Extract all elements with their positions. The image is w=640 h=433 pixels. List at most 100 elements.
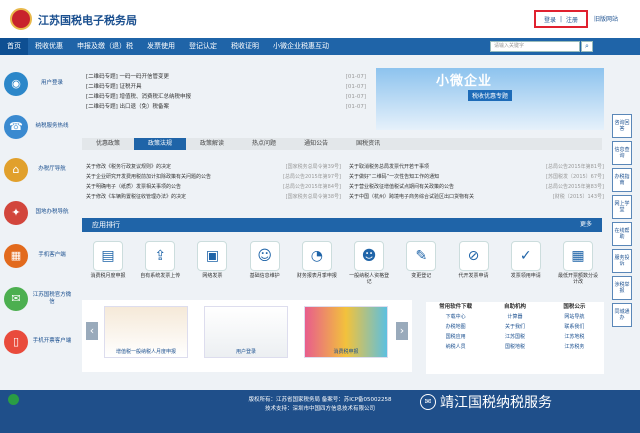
nav-item-tax-benefits[interactable]: 税收优惠 [28, 38, 70, 55]
news-item[interactable]: 关于修改《税务行政复议规则》的决定 [国家税务总局令第39号] [86, 162, 341, 172]
tax-emblem-icon [10, 8, 32, 30]
news-item[interactable]: 关于取消税务总局发票代开若干事项 [总局公告2015年第81号] [349, 162, 604, 172]
app-tile[interactable]: ⇪ 自有系统发票上传 [140, 241, 180, 285]
wechat-watermark: ✉ 靖江国税纳税服务 [420, 392, 552, 412]
search-input[interactable]: 请输入关键字 [490, 41, 580, 52]
app-tile[interactable]: ☺ 基础信息维护 [245, 241, 285, 285]
quick-links: 常用软件下载 下载中心 办税地图 国税应用 纳税人员 自助机构 计算器 关于我们… [426, 302, 604, 374]
app-tile[interactable]: ▤ 消费税月度申报 [88, 241, 128, 285]
tab-interpretation[interactable]: 政策解读 [186, 138, 238, 150]
right-item-consult[interactable]: 咨询回答 [612, 114, 632, 138]
handshake-icon: ✦ [4, 200, 28, 225]
list-item[interactable]: [二维码专题] 一码一码开信管变更 [01-07] [86, 72, 366, 82]
nav-item-filing[interactable]: 申报及缴（退）税 [70, 38, 140, 55]
quick-link[interactable]: 网站导航 [545, 312, 604, 322]
quick-link[interactable]: 江苏国税 [485, 332, 544, 342]
list-item[interactable]: [二维码专题] 出口退（免）税备案 [01-07] [86, 102, 366, 112]
right-item-report[interactable]: 涉税举报 [612, 276, 632, 300]
tab-notices[interactable]: 通知公告 [290, 138, 342, 150]
nav-item-registration[interactable]: 登记认定 [182, 38, 224, 55]
quick-link[interactable]: 纳税人员 [426, 342, 485, 352]
news-item[interactable]: 关于营业税改征增值税试点期间有关政策的公告 [总局公告2015年第83号] [349, 182, 604, 192]
news-title: 关于做好“二维码”一次性告知工作的通知 [349, 174, 440, 180]
app-tile[interactable]: ⊘ 代开发票申请 [454, 241, 494, 285]
app-grid: ▤ 消费税月度申报 ⇪ 自有系统发票上传 ▣ 网络发票 ☺ 基础信息维护 ◔ 财务报表月季… [88, 241, 598, 285]
person-icon: ☺ [249, 241, 280, 271]
banner-title: 小微企业 [436, 74, 493, 89]
news-list: 关于修改《税务行政复议规则》的决定 [国家税务总局令第39号] 关于取消税务总局发… [86, 162, 606, 202]
edit-icon: ✎ [406, 241, 437, 271]
quick-column: 常用软件下载 下载中心 办税地图 国税应用 纳税人员 [426, 302, 485, 374]
right-item-complaint[interactable]: 服务投诉 [612, 249, 632, 273]
quick-link[interactable]: 联系我们 [545, 322, 604, 332]
more-link[interactable]: 更多 [580, 218, 592, 232]
quick-link[interactable]: 办税地图 [426, 322, 485, 332]
news-item[interactable]: 关于企业研究开发费用税前加计扣除政策有关问题的公告 [总局公告2015年第97号] [86, 172, 341, 182]
quick-link[interactable]: 关于我们 [485, 322, 544, 332]
app-tile[interactable]: ☻ 一般纳税人资格登记 [349, 241, 389, 285]
security-badge-icon[interactable] [8, 394, 19, 405]
news-item[interactable]: 关于修改《车辆购置税征收管理办法》的决定 [国家税务总局令第38号] [86, 192, 341, 202]
phone-icon: ☎ [4, 114, 28, 139]
app-label: 代开发票申请 [458, 273, 489, 279]
right-sidebar: 咨询回答 信息查询 办税指南 网上学堂 在线帮助 服务投诉 涉税举报 同城通办 [612, 114, 632, 330]
tab-news[interactable]: 国税资讯 [342, 138, 394, 150]
sidebar-item-joint-nav[interactable]: ✦ 国地办税导航 [4, 191, 76, 234]
quick-link[interactable]: 国税地税 [485, 342, 544, 352]
quick-heading: 常用软件下载 [439, 304, 473, 310]
quick-link[interactable]: 国税应用 [426, 332, 485, 342]
news-item[interactable]: 关于明确电子（纸质）发票相关事项的公告 [总局公告2015年第84号] [86, 182, 341, 192]
sidebar-item-hotline[interactable]: ☎ 纳税服务热线 [4, 105, 76, 148]
quick-link[interactable]: 江苏税务 [545, 342, 604, 352]
quick-link[interactable]: 下载中心 [426, 312, 485, 322]
sidebar-item-mobile-client[interactable]: ▦ 手机客户端 [4, 234, 76, 277]
right-item-query[interactable]: 信息查询 [612, 141, 632, 165]
list-item[interactable]: [二维码专题] 增值税、消费税汇总纳税申报 [01-07] [86, 92, 366, 102]
news-ref: [总局公告2015年第83号] [546, 184, 604, 190]
nav-item-small-business[interactable]: 小微企业税惠互动 [266, 38, 336, 55]
login-link[interactable]: 登录 [544, 15, 556, 24]
nav-item-invoices[interactable]: 发票使用 [140, 38, 182, 55]
quick-link[interactable]: 计算器 [485, 312, 544, 322]
right-item-guide[interactable]: 办税指南 [612, 168, 632, 192]
sidebar-item-login[interactable]: ◉ 用户登录 [4, 62, 76, 105]
promo-banner[interactable]: 小微企业 税收优惠专题 [376, 68, 604, 130]
register-link[interactable]: 注册 [566, 15, 578, 24]
tab-benefits[interactable]: 优惠政策 [82, 138, 134, 150]
slide-caption: 消费税申报 [333, 349, 359, 355]
right-item-help[interactable]: 在线帮助 [612, 222, 632, 246]
right-item-local[interactable]: 同城通办 [612, 303, 632, 327]
app-tile[interactable]: ▣ 网络发票 [192, 241, 232, 285]
chevron-left-icon[interactable]: ‹ [86, 322, 98, 340]
app-tile[interactable]: ▦ 最低开票额数分设计改 [558, 241, 598, 285]
old-site-link[interactable]: 旧版网站 [594, 14, 618, 23]
list-item[interactable]: [二维码专题] 证税开具 [01-07] [86, 82, 366, 92]
app-tile[interactable]: ✓ 发票领用申请 [506, 241, 546, 285]
quick-column: 国税公示 网站导航 联系我们 江苏地税 江苏税务 [545, 302, 604, 374]
app-tile[interactable]: ✎ 变更登记 [401, 241, 441, 285]
list-item-text: [二维码专题] 出口退（免）税备案 [86, 104, 170, 110]
site-title[interactable]: 江苏国税电子税务局 [38, 12, 137, 28]
right-item-school[interactable]: 网上学堂 [612, 195, 632, 219]
carousel-slide[interactable]: 增值税一般纳税人月度申报 [104, 306, 188, 358]
sidebar-item-mobile-invoice[interactable]: ▯ 手机开票客户端 [4, 320, 76, 363]
sidebar-item-office-nav[interactable]: ⌂ 办税厅导航 [4, 148, 76, 191]
carousel-slide[interactable]: 消费税申报 [304, 306, 388, 358]
sidebar-item-wechat[interactable]: ✉ 江苏国税官方微信 [4, 277, 76, 320]
carousel-slide[interactable]: 用户登录 [204, 306, 288, 358]
quick-link[interactable]: 江苏地税 [545, 332, 604, 342]
app-tile[interactable]: ◔ 财务报表月季申报 [297, 241, 337, 285]
news-title: 关于取消税务总局发票代开若干事项 [349, 164, 430, 170]
left-sidebar: ◉ 用户登录 ☎ 纳税服务热线 ⌂ 办税厅导航 ✦ 国地办税导航 ▦ 手机客户端 ✉ 江苏国… [4, 62, 76, 363]
chevron-right-icon[interactable]: › [396, 322, 408, 340]
tab-hot-issues[interactable]: 热点问题 [238, 138, 290, 150]
tab-regulations[interactable]: 政策法规 [134, 138, 187, 150]
slide-caption: 用户登录 [235, 349, 256, 355]
news-item[interactable]: 关于中国（杭州）跨境电子商务综合试验区出口货物有关 [财税〔2015〕143号] [349, 192, 604, 202]
nav-item-home[interactable]: 首页 [0, 38, 28, 55]
top-bar: 江苏国税电子税务局 登录 | 注册 旧版网站 [0, 0, 640, 38]
sidebar-item-label: 江苏国税官方微信 [32, 291, 72, 305]
nav-item-certificates[interactable]: 税收证明 [224, 38, 266, 55]
news-item[interactable]: 关于做好“二维码”一次性告知工作的通知 [苏国税发〔2015〕67号] [349, 172, 604, 182]
search-icon[interactable]: ⌕ [581, 41, 593, 52]
